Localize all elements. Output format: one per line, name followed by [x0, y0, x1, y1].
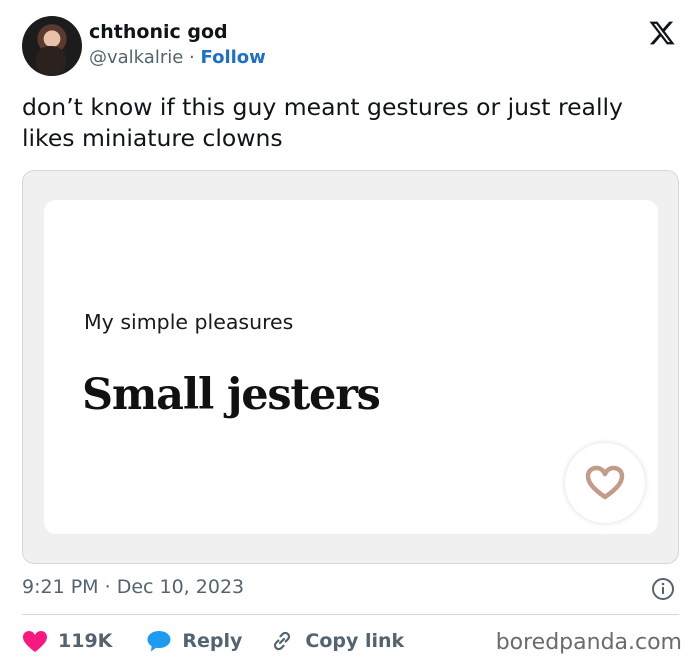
info-icon[interactable]	[651, 577, 675, 601]
copy-link-label: Copy link	[305, 630, 405, 652]
tweet-time: 9:21 PM	[22, 576, 99, 598]
tweet-actions: 119K Reply Copy link	[22, 624, 404, 658]
copy-link-button[interactable]: Copy link	[269, 628, 404, 654]
likes-count: 119K	[58, 630, 113, 652]
reply-button[interactable]: Reply	[146, 629, 242, 653]
tweet-timestamp[interactable]: 9:21 PM · Dec 10, 2023	[22, 576, 244, 598]
author-handle[interactable]: @valkalrie	[89, 47, 183, 68]
handle-line: @valkalrie · Follow	[89, 47, 266, 68]
meta-separator: ·	[104, 576, 111, 598]
follow-button[interactable]: Follow	[201, 47, 266, 68]
speech-bubble-icon	[147, 631, 171, 652]
heart-outline-icon	[585, 465, 625, 500]
heart-filled-icon	[23, 630, 47, 652]
avatar[interactable]	[22, 16, 82, 76]
card-prompt: My simple pleasures	[84, 310, 294, 334]
tweet-date: Dec 10, 2023	[116, 576, 245, 598]
handle-separator: ·	[189, 47, 195, 68]
divider	[22, 614, 679, 615]
card-like-button[interactable]	[565, 443, 645, 523]
like-button[interactable]: 119K	[22, 630, 112, 653]
prompt-card: My simple pleasures Small jesters	[44, 200, 658, 534]
reply-label: Reply	[182, 630, 243, 652]
tweet-text: don’t know if this guy meant gestures or…	[22, 93, 623, 152]
x-logo-icon[interactable]	[648, 19, 676, 47]
card-answer: Small jesters	[82, 370, 381, 420]
author-name[interactable]: chthonic god	[89, 21, 228, 43]
tweet-media[interactable]: My simple pleasures Small jesters	[22, 170, 679, 564]
link-icon	[274, 631, 291, 651]
watermark: boredpanda.com	[495, 630, 682, 655]
tweet-header: chthonic god @valkalrie · Follow	[22, 16, 680, 78]
